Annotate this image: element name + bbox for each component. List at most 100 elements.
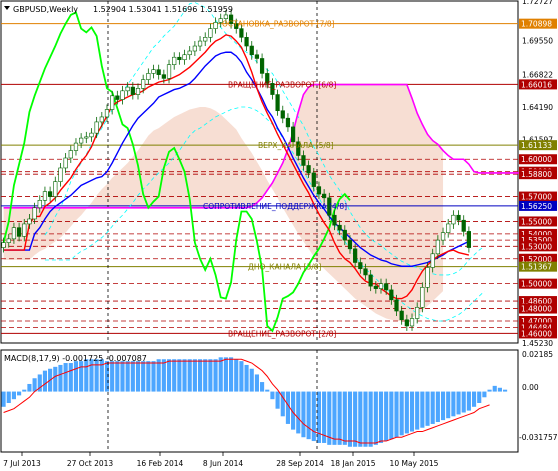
- candle-body-60: [311, 172, 316, 187]
- level-tag-text-7: 1.56250: [521, 202, 552, 211]
- candle-body-0: [1, 242, 6, 248]
- macd-bar-68: [353, 391, 358, 447]
- level-tag-text-11: 1.53000: [521, 242, 552, 251]
- candle-body-22: [115, 95, 120, 100]
- macd-bar-20: [104, 361, 110, 392]
- candle-body-70: [363, 268, 368, 276]
- candle-body-85: [440, 232, 446, 241]
- macd-bar-39: [203, 359, 208, 392]
- macd-bar-95: [492, 385, 497, 392]
- candle-body-65: [337, 224, 342, 231]
- level-name-19: ВРАЩЕНИЕ_РАЗВОРОТ [2/8]: [228, 329, 336, 338]
- macd-bar-44: [228, 357, 234, 392]
- macd-bar-36: [187, 359, 192, 392]
- macd-bar-74: [384, 391, 389, 442]
- candle-body-87: [451, 214, 456, 225]
- candle-body-5: [27, 218, 32, 225]
- macd-bar-5: [27, 383, 32, 392]
- candle-body-88: [456, 214, 461, 221]
- macd-bar-83: [430, 391, 435, 424]
- macd-bar-3: [17, 391, 22, 396]
- candle-body-8: [42, 191, 48, 201]
- macd-bar-25: [130, 361, 135, 392]
- candle-body-68: [353, 248, 358, 263]
- level-tag-text-1: 1.66016: [521, 80, 552, 89]
- macd-axis-max: 0.02185: [522, 350, 553, 359]
- time-axis: 7 Jul 2013 27 Oct 2013 16 Feb 2014 8 Jun 20…: [3, 452, 439, 468]
- candle-body-26: [135, 88, 141, 95]
- candle-body-34: [177, 56, 182, 61]
- macd-bar-17: [89, 359, 94, 392]
- macd-bar-48: [249, 368, 254, 392]
- candle-body-4: [22, 223, 27, 237]
- candle-body-79: [409, 318, 415, 327]
- level-tag-text-16: 1.48000: [521, 305, 552, 314]
- macd-bar-11: [58, 364, 63, 392]
- macd-bar-96: [497, 387, 502, 392]
- price-axis-label-11: 1.45230: [522, 339, 553, 348]
- price-panel[interactable]: ОСТАНОВКА_РАЗВОРОТ [7/8] ВРАЩЕНИЕ_РАЗВОРО…: [0, 0, 526, 344]
- macd-bar-59: [306, 391, 311, 440]
- level-tag-text-8: 1.55000: [521, 217, 552, 226]
- candle-body-73: [378, 283, 384, 289]
- macd-bar-79: [409, 391, 415, 432]
- candle-body-18: [94, 121, 99, 134]
- macd-bar-41: [213, 359, 218, 392]
- macd-bar-4: [22, 389, 27, 392]
- candle-body-84: [435, 239, 440, 255]
- price-axis-label-1: 1.69550: [522, 36, 553, 45]
- candle-body-56: [290, 126, 296, 143]
- candle-body-6: [32, 207, 37, 220]
- macd-bar-1: [6, 391, 11, 403]
- candle-body-83: [430, 253, 435, 268]
- macd-bar-26: [135, 361, 141, 392]
- time-axis-label-5: 18 Jan 2015: [331, 459, 376, 468]
- macd-bar-65: [337, 391, 342, 445]
- macd-bar-12: [63, 363, 68, 392]
- candle-body-69: [358, 262, 363, 270]
- candle-body-40: [208, 28, 213, 38]
- macd-bar-66: [342, 391, 347, 445]
- macd-bar-40: [208, 359, 213, 392]
- candle-body-71: [368, 274, 373, 287]
- chart-window: ОСТАНОВКА_РАЗВОРОТ [7/8] ВРАЩЕНИЕ_РАЗВОРО…: [0, 0, 558, 468]
- macd-bar-15: [79, 361, 84, 392]
- macd-bar-35: [182, 359, 187, 392]
- macd-bar-47: [244, 364, 249, 392]
- macd-bar-80: [415, 391, 420, 430]
- macd-panel[interactable]: MACD(8,17,9) -0.001725 -0.007087: [0, 349, 519, 453]
- macd-bar-37: [192, 359, 197, 392]
- candle-body-33: [172, 56, 177, 65]
- candle-body-15: [79, 137, 84, 144]
- macd-bar-70: [363, 391, 368, 447]
- macd-bar-87: [451, 391, 456, 417]
- macd-bar-69: [358, 391, 363, 447]
- candle-body-41: [213, 22, 218, 29]
- macd-bar-43: [223, 357, 228, 392]
- macd-bar-90: [466, 391, 471, 411]
- candle-body-16: [84, 136, 89, 139]
- candle-body-39: [203, 37, 208, 42]
- time-axis-label-0: 7 Jul 2013: [3, 459, 41, 468]
- level-tag-text-19: 1.46000: [521, 329, 552, 338]
- candle-body-38: [197, 40, 203, 47]
- macd-bar-42: [218, 357, 223, 392]
- time-axis-label-1: 27 Oct 2013: [67, 459, 114, 468]
- ohlc-label: 1.52904 1.53041 1.51696 1.51959: [93, 5, 233, 14]
- level-tag-text-0: 1.70898: [521, 20, 552, 29]
- level-tag-text-5: 1.58800: [521, 170, 552, 179]
- candle-body-61: [316, 186, 322, 195]
- candle-body-82: [425, 267, 430, 288]
- macd-bar-50: [260, 382, 265, 392]
- macd-axis-min: -0.031757: [519, 433, 558, 442]
- candle-body-76: [394, 299, 399, 312]
- candle-body-32: [166, 64, 172, 79]
- candle-body-64: [332, 214, 337, 226]
- macd-bar-28: [146, 361, 151, 392]
- candle-body-31: [161, 74, 166, 79]
- macd-bar-57: [296, 391, 301, 434]
- macd-label: MACD(8,17,9) -0.001725 -0.007087: [4, 354, 147, 363]
- candle-body-77: [399, 310, 404, 321]
- macd-bar-2: [11, 391, 16, 400]
- candle-body-28: [146, 73, 151, 80]
